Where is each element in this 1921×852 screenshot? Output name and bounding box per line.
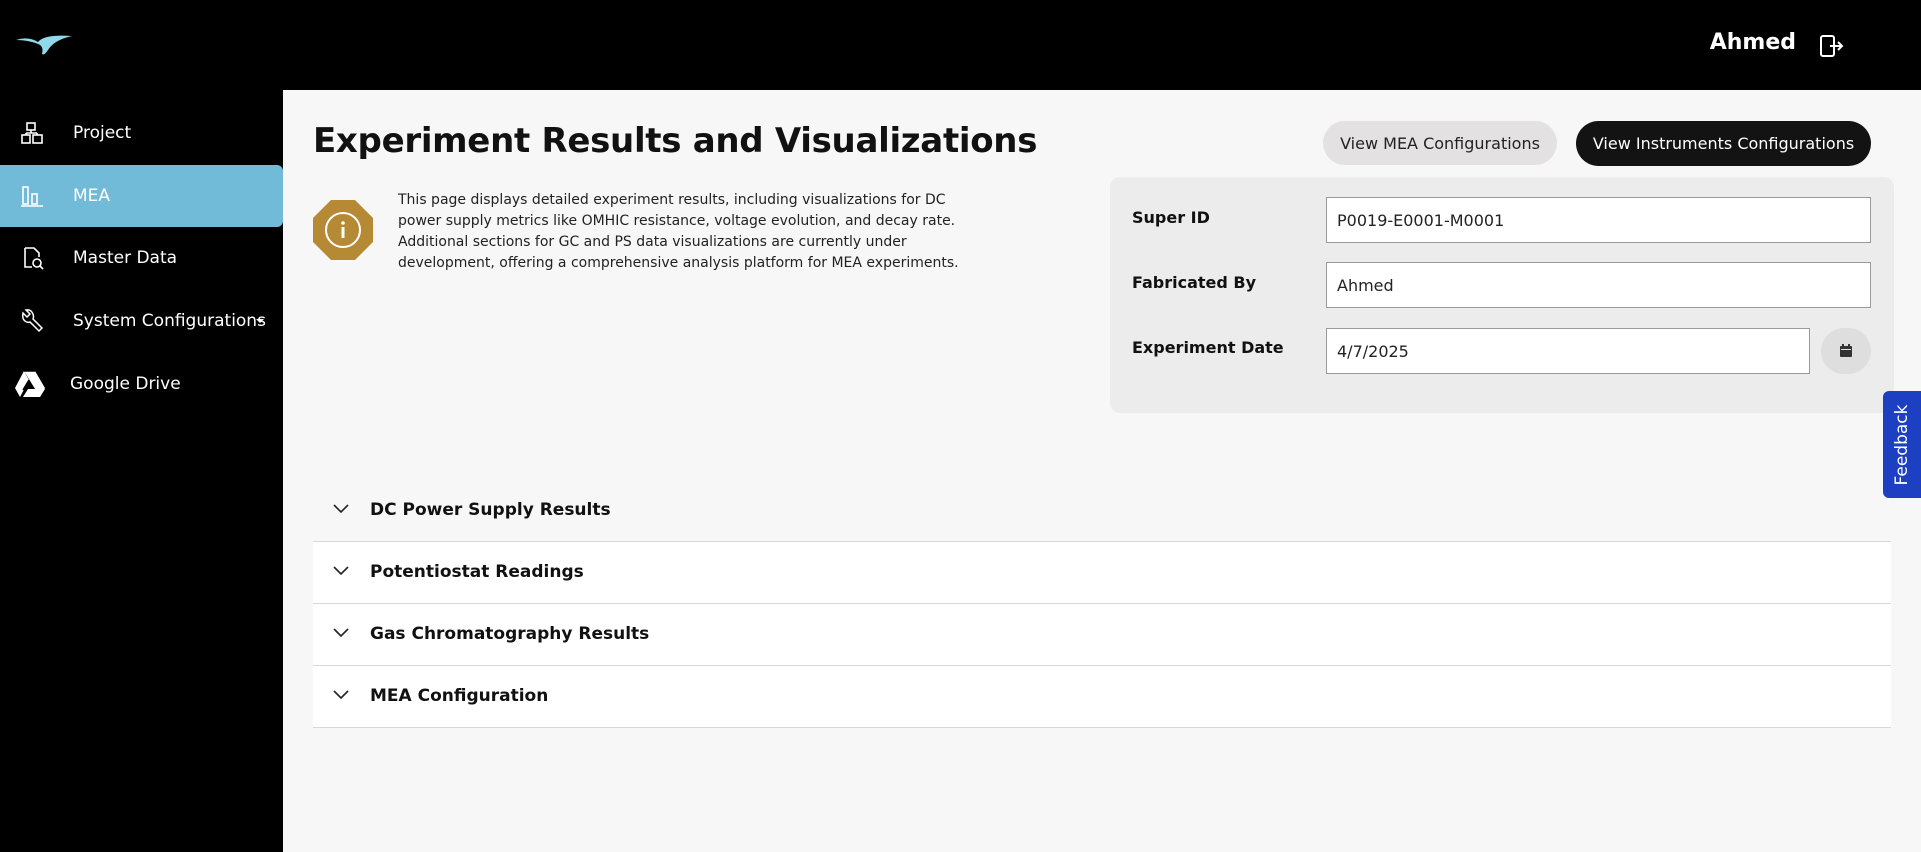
google-drive-icon bbox=[15, 370, 45, 397]
results-accordion: DC Power Supply Results Potentiostat Rea… bbox=[313, 480, 1891, 728]
sidebar-item-project[interactable]: Project bbox=[0, 102, 283, 164]
experiment-details-panel: Super ID Fabricated By Experiment Date bbox=[1110, 177, 1894, 413]
chart-icon bbox=[21, 186, 43, 207]
page-title: Experiment Results and Visualizations bbox=[313, 121, 1038, 161]
sidebar-item-label: Project bbox=[73, 123, 132, 143]
info-icon bbox=[313, 200, 373, 260]
chevron-down-icon bbox=[333, 690, 349, 700]
accordion-potentiostat[interactable]: Potentiostat Readings bbox=[313, 542, 1891, 604]
project-icon bbox=[21, 122, 43, 144]
brand-logo-icon[interactable] bbox=[14, 32, 74, 60]
fabricated-by-label: Fabricated By bbox=[1132, 273, 1257, 292]
chevron-down-icon[interactable] bbox=[256, 319, 264, 323]
sidebar-item-label: Master Data bbox=[73, 248, 178, 268]
accordion-gas-chromatography[interactable]: Gas Chromatography Results bbox=[313, 604, 1891, 666]
accordion-label: Gas Chromatography Results bbox=[370, 624, 650, 644]
sidebar-item-label: Google Drive bbox=[70, 374, 181, 394]
calendar-button[interactable] bbox=[1821, 328, 1871, 374]
accordion-label: MEA Configuration bbox=[370, 686, 549, 706]
chevron-down-icon bbox=[333, 566, 349, 576]
experiment-date-label: Experiment Date bbox=[1132, 338, 1284, 357]
sidebar-item-system-configurations[interactable]: System Configurations bbox=[0, 290, 283, 352]
sidebar-item-label: System Configurations bbox=[73, 311, 266, 331]
accordion-dc-power-supply[interactable]: DC Power Supply Results bbox=[313, 480, 1891, 542]
accordion-label: Potentiostat Readings bbox=[370, 562, 584, 582]
user-name[interactable]: Ahmed bbox=[1710, 30, 1796, 55]
logout-icon[interactable] bbox=[1818, 33, 1844, 59]
sidebar-item-mea[interactable]: MEA bbox=[0, 165, 283, 227]
fabricated-by-field[interactable] bbox=[1326, 262, 1871, 308]
info-description: This page displays detailed experiment r… bbox=[398, 192, 959, 271]
sidebar-item-google-drive[interactable]: Google Drive bbox=[0, 353, 283, 415]
calendar-icon bbox=[1840, 344, 1852, 357]
super-id-label: Super ID bbox=[1132, 208, 1210, 227]
sidebar: Project MEA Master Data System Configura… bbox=[0, 90, 283, 852]
sidebar-item-label: MEA bbox=[73, 186, 111, 206]
wrench-icon bbox=[22, 309, 44, 333]
view-mea-configurations-button[interactable]: View MEA Configurations bbox=[1323, 121, 1557, 165]
sidebar-item-master-data[interactable]: Master Data bbox=[0, 227, 283, 289]
accordion-mea-configuration[interactable]: MEA Configuration bbox=[313, 666, 1891, 728]
view-instruments-configurations-button[interactable]: View Instruments Configurations bbox=[1576, 121, 1871, 166]
super-id-field[interactable] bbox=[1326, 197, 1871, 243]
accordion-label: DC Power Supply Results bbox=[370, 500, 611, 520]
feedback-label: Feedback bbox=[1892, 404, 1912, 485]
chevron-down-icon bbox=[333, 504, 349, 514]
chevron-down-icon bbox=[333, 628, 349, 638]
master-data-icon bbox=[24, 247, 44, 270]
top-bar: Ahmed bbox=[0, 0, 1921, 90]
experiment-date-field[interactable] bbox=[1326, 328, 1810, 374]
